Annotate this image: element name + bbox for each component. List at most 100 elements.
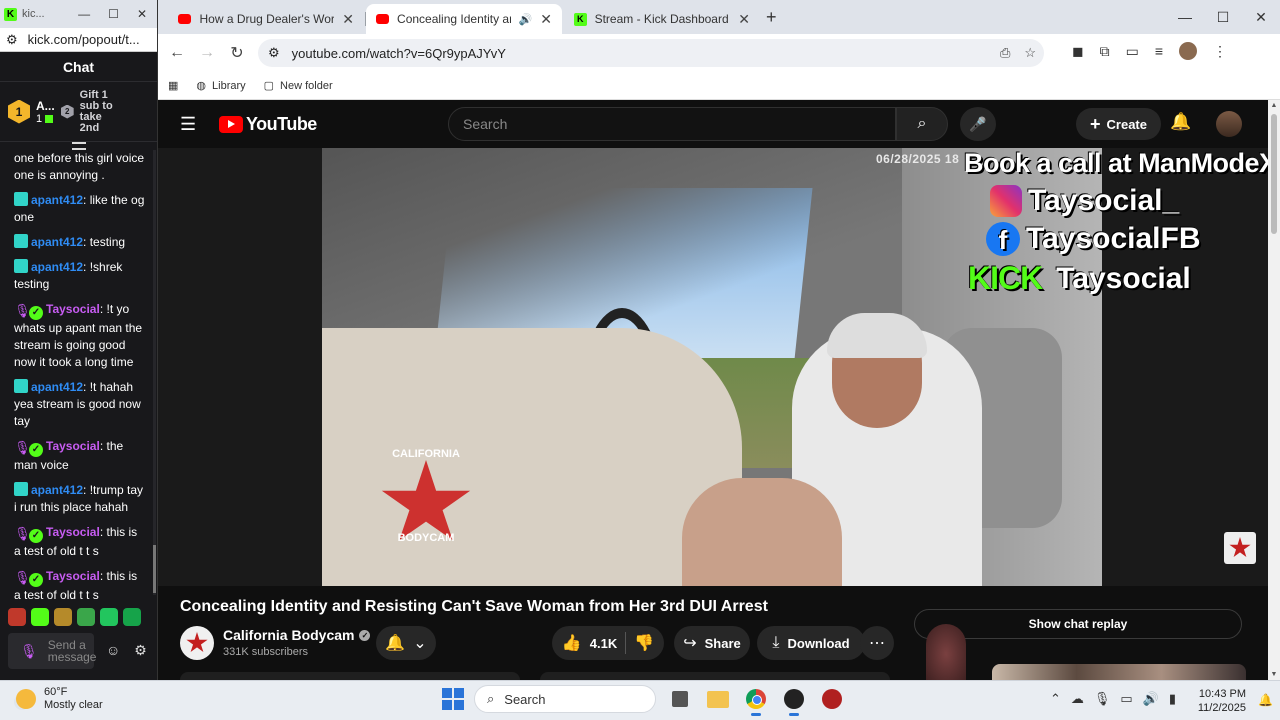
- voice-search-mic-icon[interactable]: 🎤: [960, 107, 996, 141]
- thumbs-up-icon[interactable]: 👍: [562, 633, 582, 653]
- page-scrollbar-thumb[interactable]: [1271, 114, 1277, 234]
- app-pinned[interactable]: [818, 685, 846, 713]
- battery-icon[interactable]: ▮: [1169, 691, 1176, 707]
- address-bar[interactable]: ⚙ youtube.com/watch?v=6Qr9ypAJYvY ⎙ ☆: [258, 39, 1044, 67]
- recommended-video-thumbnail[interactable]: [992, 664, 1246, 680]
- reload-icon[interactable]: ↻: [222, 43, 252, 63]
- system-clock[interactable]: 10:43 PM 11/2/2025: [1196, 687, 1246, 715]
- minimize-icon[interactable]: —: [1166, 0, 1204, 34]
- maximize-icon[interactable]: ☐: [1204, 0, 1242, 34]
- tab-kick-dashboard[interactable]: K Stream - Kick Dashboard ✕: [564, 4, 760, 34]
- kick-url-text: kick.com/popout/t...: [27, 32, 140, 47]
- file-explorer-app[interactable]: [704, 685, 732, 713]
- close-tab-icon[interactable]: ✕: [738, 11, 750, 28]
- cast-icon[interactable]: ▭: [1126, 43, 1139, 60]
- chat-message-input[interactable]: 🎙 Send a message: [8, 633, 96, 669]
- chat-username[interactable]: Taysocial: [46, 525, 100, 539]
- install-app-icon[interactable]: ⎙: [1000, 45, 1010, 61]
- video-player[interactable]: 06/28/2025 18 CALIFORNIA BODYCAM Book a …: [158, 148, 1268, 586]
- channel-avatar[interactable]: [180, 626, 214, 660]
- bookmark-star-icon[interactable]: ☆: [1024, 45, 1036, 61]
- subscription-bell-button[interactable]: 🔔 ⌄: [376, 626, 436, 660]
- volume-icon[interactable]: 🔊: [1143, 691, 1159, 707]
- chat-username[interactable]: apant412: [31, 193, 83, 207]
- close-tab-icon[interactable]: ✕: [540, 11, 552, 28]
- forward-arrow-icon[interactable]: →: [192, 44, 222, 62]
- windows-start-icon[interactable]: [442, 688, 464, 710]
- hamburger-menu-icon[interactable]: ☰: [180, 114, 196, 135]
- comments-card[interactable]: [540, 672, 890, 680]
- chat-username[interactable]: apant412: [31, 380, 83, 394]
- chrome-menu-icon[interactable]: ⋮: [1213, 43, 1227, 60]
- chat-username[interactable]: Taysocial: [46, 569, 100, 583]
- bookmark-new-folder[interactable]: ▢ New folder: [264, 79, 333, 93]
- channel-watermark-icon[interactable]: [1224, 532, 1256, 564]
- profile-avatar[interactable]: [1179, 42, 1198, 60]
- tab-drug-dealer[interactable]: How a Drug Dealer's Worst Nig ✕: [168, 4, 364, 34]
- new-tab-icon[interactable]: +: [766, 7, 777, 28]
- gift-leaderboard[interactable]: 1 A... 1 2 Gift 1 sub to take 2nd: [0, 82, 157, 142]
- more-actions-button[interactable]: ⋯: [860, 626, 894, 660]
- media-control-icon[interactable]: ≡: [1155, 43, 1163, 59]
- emote-icon[interactable]: [8, 608, 26, 626]
- chevron-up-icon[interactable]: ⌃: [1050, 691, 1061, 707]
- account-avatar[interactable]: [1216, 111, 1242, 137]
- thumbs-down-icon[interactable]: 👎: [634, 633, 654, 653]
- emote-icon[interactable]: [77, 608, 95, 626]
- youtube-search-input[interactable]: Search: [448, 107, 896, 141]
- subscriber-badge-icon: [14, 482, 28, 496]
- display-icon[interactable]: ▭: [1120, 691, 1132, 707]
- settings-gear-icon[interactable]: ⚙: [134, 642, 147, 659]
- notifications-bell-icon[interactable]: 🔔: [1170, 112, 1191, 132]
- notification-bell-icon[interactable]: 🔔: [1258, 693, 1273, 707]
- emote-icon[interactable]: [100, 608, 118, 626]
- drag-handle[interactable]: [72, 142, 86, 150]
- share-button[interactable]: ↪ Share: [674, 626, 750, 660]
- chat-username[interactable]: Taysocial: [46, 439, 100, 453]
- chat-scrollbar[interactable]: [153, 150, 156, 595]
- chat-username[interactable]: apant412: [31, 483, 83, 497]
- weather-widget[interactable]: 60°F Mostly clear: [16, 686, 103, 712]
- emote-icon[interactable]: [54, 608, 72, 626]
- microphone-icon[interactable]: 🎙: [1094, 691, 1111, 707]
- description-card[interactable]: [180, 672, 520, 680]
- scroll-up-arrow-icon[interactable]: ▲: [1270, 102, 1278, 109]
- search-icon[interactable]: ⌕: [896, 107, 948, 141]
- emote-icon[interactable]: [31, 608, 49, 626]
- emote-icon[interactable]: [123, 608, 141, 626]
- cloud-icon[interactable]: ☁: [1071, 691, 1084, 707]
- chat-username[interactable]: apant412: [31, 260, 83, 274]
- emote-picker-icon[interactable]: ☺: [106, 642, 120, 659]
- chrome-app[interactable]: [742, 685, 770, 716]
- emote-quick-bar: [8, 608, 141, 626]
- back-arrow-icon[interactable]: ←: [162, 44, 192, 62]
- maximize-icon[interactable]: ☐: [108, 7, 119, 21]
- channel-name-row[interactable]: California Bodycam ✓: [223, 627, 371, 643]
- download-button[interactable]: ⤓ Download: [757, 626, 865, 660]
- like-count[interactable]: 4.1K: [590, 636, 617, 651]
- close-tab-icon[interactable]: ✕: [342, 11, 354, 28]
- extensions-puzzle-icon[interactable]: ⧉: [1100, 43, 1110, 60]
- scroll-down-arrow-icon[interactable]: ▼: [1270, 671, 1278, 678]
- close-icon[interactable]: ✕: [137, 7, 147, 21]
- close-window-icon[interactable]: ✕: [1242, 0, 1280, 34]
- taskbar-search-box[interactable]: ⌕ Search: [474, 685, 656, 713]
- youtube-logo[interactable]: YouTube: [219, 114, 317, 135]
- channel-name[interactable]: California Bodycam: [223, 627, 354, 643]
- apps-grid-icon[interactable]: ▦: [168, 79, 178, 92]
- extension-icon[interactable]: ◼: [1072, 43, 1084, 60]
- audio-playing-icon[interactable]: 🔊: [519, 13, 533, 26]
- site-info-icon[interactable]: ⚙: [268, 45, 280, 61]
- page-scrollbar[interactable]: ▲ ▼: [1268, 100, 1280, 680]
- chat-username[interactable]: apant412: [31, 235, 83, 249]
- bookmark-library[interactable]: ◍ Library: [196, 79, 245, 93]
- kick-url-bar[interactable]: ⚙ kick.com/popout/t...: [0, 28, 157, 52]
- chat-scrollbar-thumb[interactable]: [153, 545, 156, 593]
- minimize-icon[interactable]: —: [78, 7, 90, 21]
- obs-app[interactable]: [780, 685, 808, 716]
- create-button[interactable]: + Create: [1076, 108, 1161, 140]
- chat-username[interactable]: Taysocial: [46, 302, 100, 316]
- site-settings-icon[interactable]: ⚙: [6, 32, 18, 48]
- taskview-app[interactable]: [666, 685, 694, 713]
- tab-concealing-identity[interactable]: Concealing Identity and Res 🔊 ✕: [366, 4, 562, 34]
